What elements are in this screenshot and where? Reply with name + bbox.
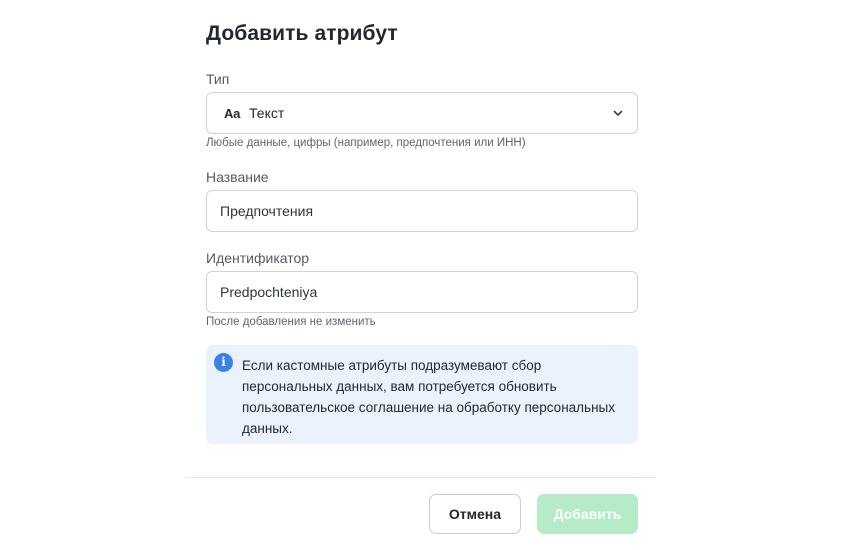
- dialog-title: Добавить атрибут: [206, 22, 398, 45]
- info-icon: i: [214, 353, 233, 372]
- name-label: Название: [206, 169, 269, 185]
- type-select[interactable]: Aa Текст: [206, 92, 638, 134]
- info-notice: i Если кастомные атрибуты подразумевают …: [206, 345, 638, 444]
- name-input[interactable]: Предпочтения: [206, 190, 638, 232]
- add-attribute-dialog: Добавить атрибут Тип Aa Текст Любые данн…: [186, 0, 656, 550]
- identifier-hint: После добавления не изменить: [206, 316, 376, 328]
- text-type-icon: Aa: [224, 105, 241, 121]
- chevron-down-icon: [613, 110, 623, 116]
- identifier-label: Идентификатор: [206, 250, 310, 266]
- name-input-value: Предпочтения: [220, 203, 314, 219]
- type-hint: Любые данные, цифры (например, предпочте…: [206, 137, 526, 149]
- cancel-button[interactable]: Отмена: [429, 494, 521, 534]
- add-button[interactable]: Добавить: [537, 494, 638, 534]
- footer-divider: [186, 477, 656, 478]
- type-label: Тип: [206, 71, 230, 87]
- identifier-input-value: Predpochteniya: [220, 284, 318, 300]
- identifier-input[interactable]: Predpochteniya: [206, 271, 638, 313]
- info-text: Если кастомные атрибуты подразумевают сб…: [242, 358, 615, 436]
- type-select-value: Текст: [249, 105, 285, 121]
